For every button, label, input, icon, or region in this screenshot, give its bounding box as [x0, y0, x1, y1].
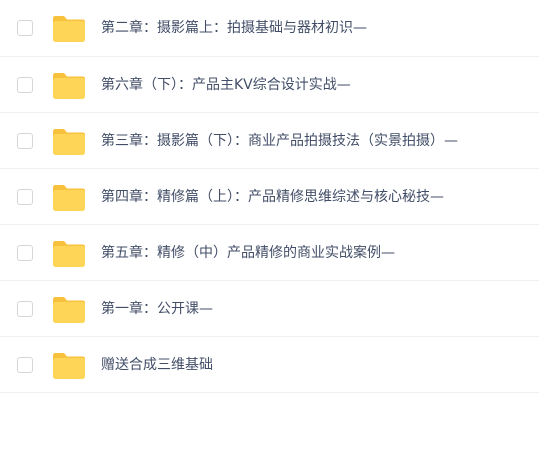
file-name[interactable]: 第四章：精修篇（上）：产品精修思维综述与核心秘技—: [101, 188, 444, 206]
row-checkbox[interactable]: [17, 300, 33, 317]
folder-icon[interactable]: [52, 72, 86, 100]
folder-icon[interactable]: [52, 128, 86, 156]
file-row-chapter-4[interactable]: 第四章：精修篇（上）：产品精修思维综述与核心秘技—: [0, 169, 539, 225]
file-name[interactable]: 第六章（下）：产品主KV综合设计实战—: [101, 76, 351, 94]
folder-icon[interactable]: [52, 15, 86, 43]
row-checkbox[interactable]: [17, 356, 33, 373]
folder-icon[interactable]: [52, 184, 86, 212]
row-checkbox[interactable]: [17, 244, 33, 261]
file-row-bonus-3d[interactable]: 赠送合成三维基础: [0, 337, 539, 393]
file-list: 第二章：摄影篇上：拍摄基础与器材初识— 第六章（下）：产品主KV综合设计实战— …: [0, 0, 539, 393]
file-name[interactable]: 第一章：公开课—: [101, 300, 213, 318]
file-row-chapter-2[interactable]: 第二章：摄影篇上：拍摄基础与器材初识—: [0, 0, 539, 57]
row-checkbox[interactable]: [17, 188, 33, 205]
row-checkbox[interactable]: [17, 132, 33, 149]
file-row-chapter-6-part-2[interactable]: 第六章（下）：产品主KV综合设计实战—: [0, 57, 539, 113]
file-name[interactable]: 第二章：摄影篇上：拍摄基础与器材初识—: [101, 19, 367, 37]
file-row-chapter-5[interactable]: 第五章：精修（中）产品精修的商业实战案例—: [0, 225, 539, 281]
row-checkbox[interactable]: [17, 76, 33, 93]
file-name[interactable]: 赠送合成三维基础: [101, 356, 213, 374]
row-checkbox[interactable]: [17, 20, 33, 36]
folder-icon[interactable]: [52, 296, 86, 324]
folder-icon[interactable]: [52, 240, 86, 268]
file-name[interactable]: 第三章：摄影篇（下）：商业产品拍摄技法（实景拍摄）—: [101, 132, 458, 150]
file-name[interactable]: 第五章：精修（中）产品精修的商业实战案例—: [101, 244, 395, 262]
folder-icon[interactable]: [52, 352, 86, 380]
file-row-chapter-3[interactable]: 第三章：摄影篇（下）：商业产品拍摄技法（实景拍摄）—: [0, 113, 539, 169]
file-row-chapter-1[interactable]: 第一章：公开课—: [0, 281, 539, 337]
